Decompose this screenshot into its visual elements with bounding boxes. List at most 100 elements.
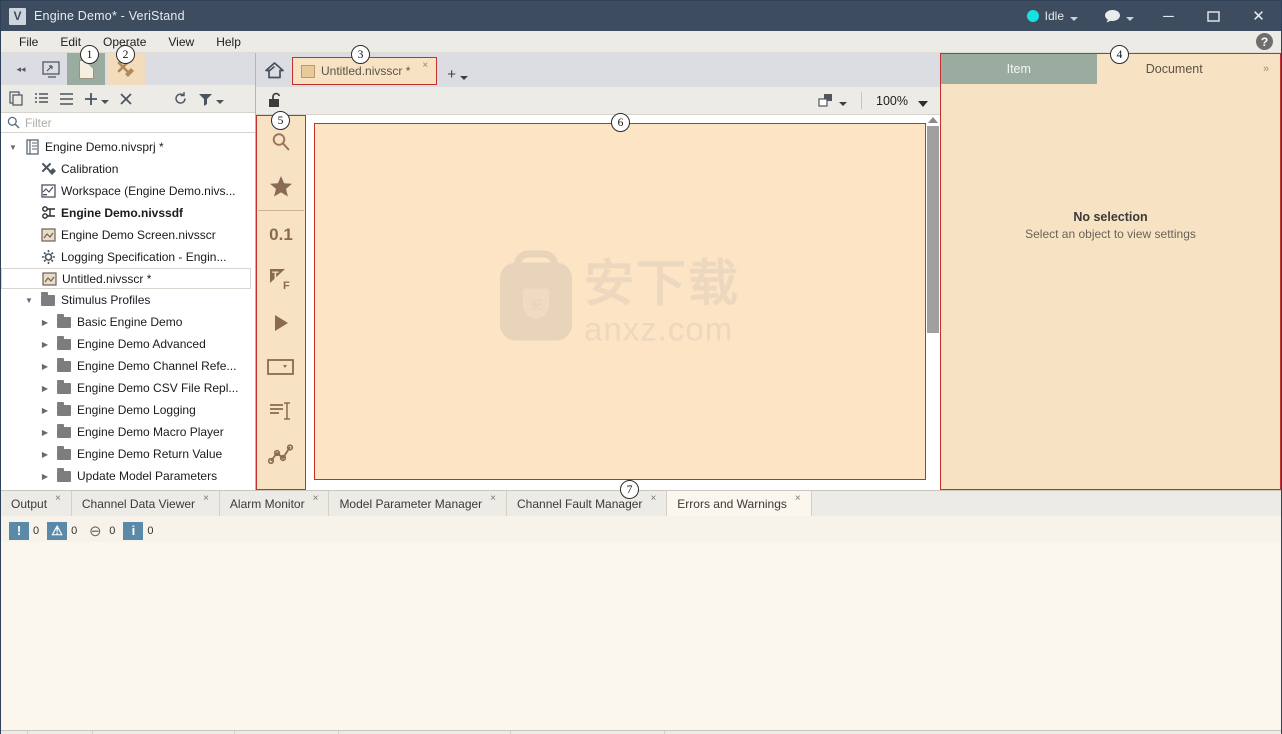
messages-dropdown[interactable] (1088, 9, 1146, 24)
chevron-right-icon[interactable]: ▶ (39, 340, 51, 349)
close-tab-button[interactable]: × (795, 493, 801, 504)
folder-glyph (57, 401, 71, 416)
bottom-tab-label: Alarm Monitor (229, 496, 305, 511)
maximize-button[interactable] (1191, 1, 1236, 31)
canvas-vertical-scrollbar[interactable] (926, 115, 940, 490)
tab-item[interactable]: Item (941, 54, 1097, 84)
palette-dropdown-control-button[interactable] (258, 345, 304, 389)
watermark-cn: 安下载 (584, 255, 740, 311)
bottom-tab-channel-data-viewer[interactable]: Channel Data Viewer × (71, 491, 220, 516)
close-tab-button[interactable]: × (422, 60, 428, 71)
minimize-button[interactable]: ─ (1146, 1, 1191, 31)
tree-item[interactable]: Workspace (Engine Demo.nivs... (1, 180, 255, 202)
chevron-right-icon[interactable]: ▶ (39, 472, 51, 481)
menu-item-file[interactable]: File (19, 35, 38, 49)
error-badge[interactable]: ! 0 (9, 521, 39, 540)
tree-item[interactable]: ▼ Engine Demo.nivsprj * (1, 136, 255, 158)
list-icon[interactable] (59, 92, 74, 106)
disabled-badge[interactable]: ⊖ 0 (85, 522, 115, 540)
tree-item[interactable]: ▶ Engine Demo Macro Player (1, 421, 255, 443)
help-button[interactable]: ? (1256, 33, 1273, 50)
screen-canvas[interactable]: 安 安下载 anxz.com (314, 123, 926, 480)
chevron-right-icon[interactable]: ▶ (39, 318, 51, 327)
close-tab-button[interactable]: × (313, 493, 319, 504)
warning-badge[interactable]: ⚠ 0 (47, 521, 77, 540)
chevron-down-icon[interactable]: ▼ (23, 296, 35, 305)
folder-icon (56, 401, 72, 418)
menu-item-edit[interactable]: Edit (60, 35, 81, 49)
tree-item-label: Engine Demo Macro Player (77, 425, 224, 439)
chevron-down-icon (101, 99, 109, 104)
chevron-right-icon[interactable]: ▶ (39, 362, 51, 371)
tree-item[interactable]: Engine Demo.nivssdf (1, 202, 255, 224)
chevron-right-icon[interactable]: ▶ (39, 450, 51, 459)
folder-glyph (57, 445, 71, 460)
calibration-icon (40, 161, 56, 177)
refresh-button[interactable] (173, 91, 188, 106)
tree-item[interactable]: Logging Specification - Engin... (1, 246, 255, 268)
tree-item[interactable]: ▶ Engine Demo Logging (1, 399, 255, 421)
folder-icon (56, 467, 72, 484)
close-button[interactable]: ✕ (1236, 1, 1281, 31)
palette-numeric-button[interactable]: 0.1 (258, 213, 304, 257)
no-selection-subtitle: Select an object to view settings (1025, 227, 1196, 241)
lock-toggle-button[interactable] (260, 92, 292, 109)
palette-boolean-button[interactable]: T F (258, 257, 304, 301)
palette-graph-button[interactable] (258, 433, 304, 477)
bottom-tab-alarm-monitor[interactable]: Alarm Monitor × (219, 491, 330, 516)
zoom-dropdown-icon[interactable] (918, 101, 928, 107)
tree-item[interactable]: Engine Demo Screen.nivsscr (1, 224, 255, 246)
tree-item[interactable]: ▶ Update Model Parameters (1, 465, 255, 487)
chevron-right-icon[interactable]: ▶ (39, 428, 51, 437)
tree-item-selected[interactable]: Untitled.nivsscr * (1, 268, 251, 289)
bottom-tab-channel-fault-manager[interactable]: Channel Fault Manager × (507, 491, 668, 516)
screen-file-icon (40, 227, 56, 243)
close-tab-button[interactable]: × (203, 493, 209, 504)
scroll-up-icon[interactable] (928, 117, 938, 123)
close-tab-button[interactable]: × (650, 493, 656, 504)
delete-button[interactable] (119, 92, 133, 106)
tree-item[interactable]: ▶ Basic Engine Demo (1, 311, 255, 333)
collapse-panel-button[interactable]: ◂◂ (7, 55, 35, 83)
palette-run-button[interactable] (258, 301, 304, 345)
chevron-right-icon[interactable]: ▶ (39, 406, 51, 415)
filter-input[interactable]: Filter (1, 113, 255, 133)
chevron-down-icon (216, 99, 224, 104)
tree-item[interactable]: ▶ Engine Demo Return Value (1, 443, 255, 465)
search-icon (7, 116, 20, 129)
fit-window-button[interactable] (818, 93, 853, 109)
tree-item[interactable]: ▶ Engine Demo Channel Refe... (1, 355, 255, 377)
scrollbar-thumb[interactable] (927, 126, 939, 333)
screen-icon[interactable] (37, 55, 65, 83)
info-badge[interactable]: i0 (123, 521, 154, 540)
menu-item-view[interactable]: View (168, 35, 194, 49)
tree-item[interactable]: Calibration (1, 158, 255, 180)
bottom-tab-model-parameter-manager[interactable]: Model Parameter Manager × (329, 491, 508, 516)
indent-list-icon[interactable] (34, 92, 49, 106)
bottom-tab-errors-and-warnings[interactable]: Errors and Warnings × (667, 491, 812, 516)
chevron-down-icon[interactable]: ▼ (7, 143, 19, 152)
new-document-button[interactable]: + (437, 66, 478, 87)
palette-favorites-button[interactable] (258, 164, 304, 208)
zoom-level-value[interactable]: 100% (870, 94, 914, 108)
tree-item[interactable]: ▼ Stimulus Profiles (1, 289, 255, 311)
home-button[interactable] (256, 53, 292, 87)
menu-item-help[interactable]: Help (216, 35, 241, 49)
bottom-tab-label: Channel Fault Manager (517, 496, 643, 511)
filter-button[interactable] (198, 92, 224, 106)
close-tab-button[interactable]: × (55, 493, 61, 504)
tree-item[interactable]: ▶ Engine Demo Advanced (1, 333, 255, 355)
chevron-down-icon (839, 101, 848, 106)
properties-overflow-button[interactable]: » (1252, 54, 1280, 84)
workspace-icon (40, 183, 56, 199)
add-button[interactable] (84, 92, 109, 106)
tree-item[interactable]: ▶ Engine Demo CSV File Repl... (1, 377, 255, 399)
chevron-right-icon[interactable]: ▶ (39, 384, 51, 393)
folder-glyph (57, 335, 71, 350)
close-tab-button[interactable]: × (490, 493, 496, 504)
system-status-dropdown[interactable]: Idle (1017, 1, 1088, 31)
copy-icon[interactable] (9, 91, 24, 106)
palette-text-button[interactable] (258, 389, 304, 433)
project-tree: ▼ Engine Demo.nivsprj * Calibration Workspa… (1, 133, 255, 490)
bottom-tab-output[interactable]: Output × (1, 491, 72, 516)
